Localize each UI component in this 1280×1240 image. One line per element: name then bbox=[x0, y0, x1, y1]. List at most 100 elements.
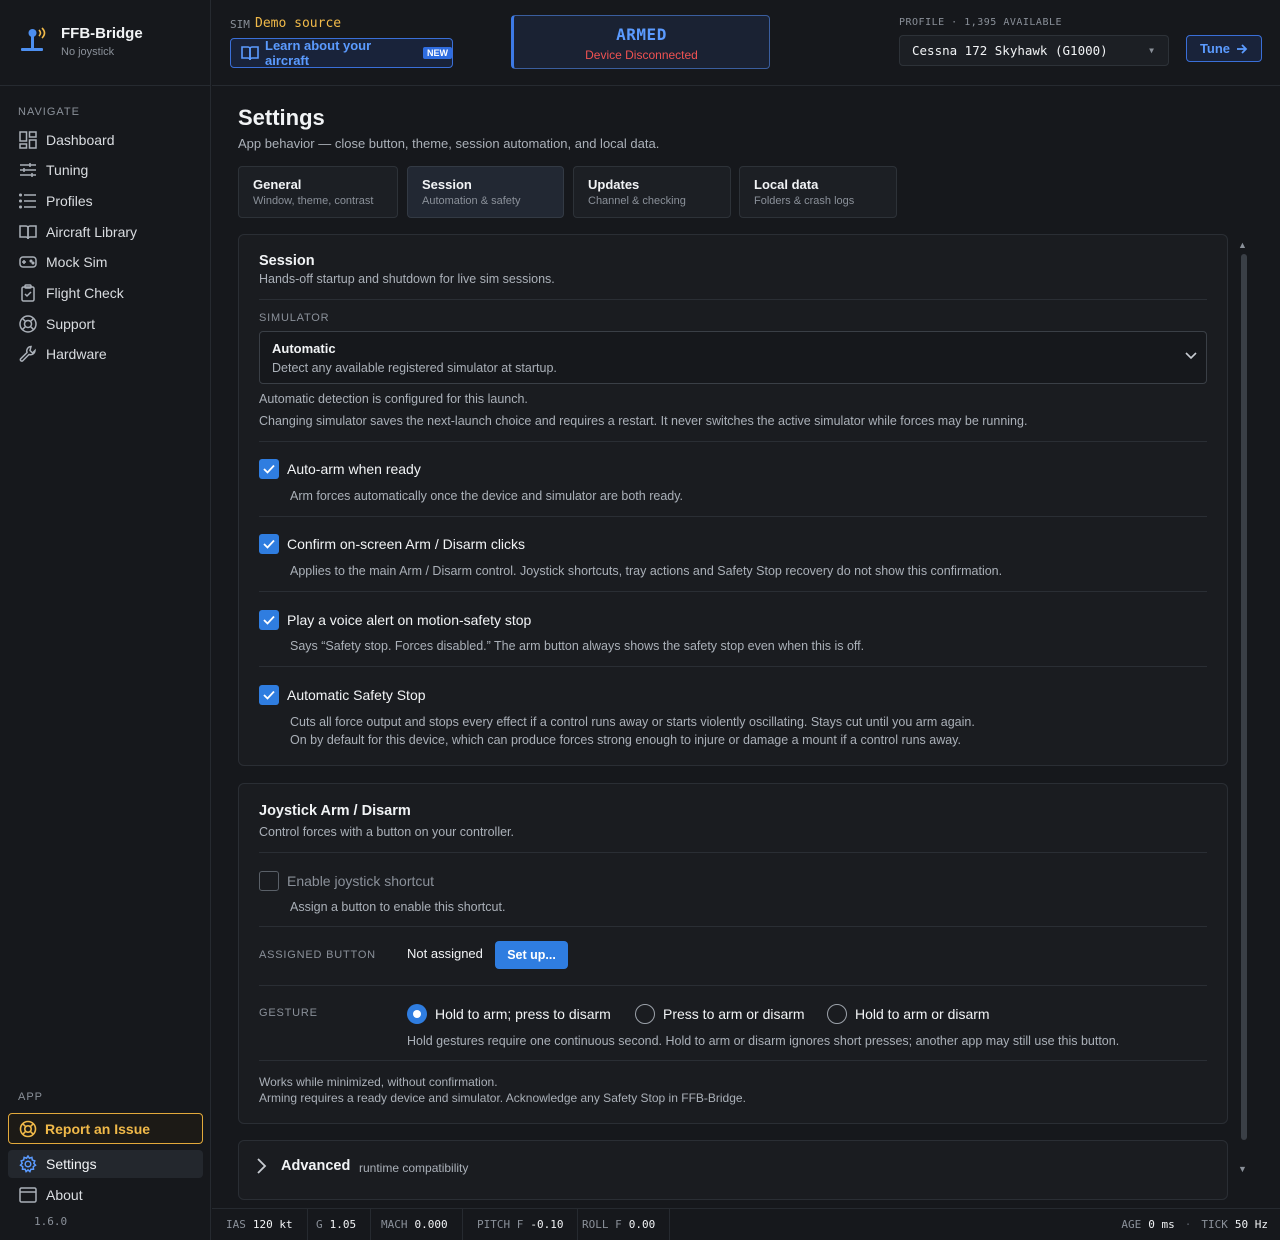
ias-readout: IAS 120 kt bbox=[212, 1209, 308, 1240]
book-icon bbox=[241, 45, 259, 61]
sidebar-item-profiles[interactable]: Profiles bbox=[8, 187, 203, 215]
divider bbox=[259, 1060, 1207, 1061]
mach-key: MACH bbox=[381, 1218, 408, 1231]
tab-subtitle: Channel & checking bbox=[588, 195, 686, 207]
checkbox-unchecked-icon[interactable] bbox=[259, 871, 279, 891]
checkbox-checked-icon[interactable] bbox=[259, 534, 279, 554]
sim-label: SIM bbox=[230, 18, 250, 31]
nav-heading: NAVIGATE bbox=[18, 106, 80, 118]
checkbox-label: Play a voice alert on motion-safety stop bbox=[287, 612, 532, 628]
sidebar-item-label: Tuning bbox=[46, 162, 89, 178]
advanced-section[interactable]: Advanced runtime compatibility bbox=[238, 1140, 1228, 1200]
profile-label: PROFILE · 1,395 AVAILABLE bbox=[899, 17, 1063, 28]
session-subtitle: Hands-off startup and shutdown for live … bbox=[259, 272, 555, 286]
radio-unselected-icon[interactable] bbox=[827, 1004, 847, 1024]
ias-key: IAS bbox=[226, 1218, 246, 1231]
sidebar-item-about[interactable]: About bbox=[8, 1181, 203, 1209]
joystick-logo-icon bbox=[18, 26, 48, 54]
voice-alert-checkbox[interactable]: Play a voice alert on motion-safety stop bbox=[259, 610, 531, 630]
clipboard-check-icon bbox=[18, 283, 38, 303]
sidebar-item-flight-check[interactable]: Flight Check bbox=[8, 279, 203, 307]
learn-aircraft-button[interactable]: Learn about your aircraft NEW bbox=[230, 38, 453, 68]
tab-session[interactable]: Session Automation & safety bbox=[407, 166, 564, 218]
sidebar-item-label: Aircraft Library bbox=[46, 224, 138, 240]
checkbox-label: Confirm on-screen Arm / Disarm clicks bbox=[287, 536, 526, 552]
checkbox-description: Cuts all force output and stops every ef… bbox=[290, 715, 975, 729]
scroll-down-icon[interactable]: ▼ bbox=[1238, 1164, 1247, 1174]
simulator-select[interactable]: Automatic Detect any available registere… bbox=[259, 331, 1207, 384]
sidebar-item-aircraft-library[interactable]: Aircraft Library bbox=[8, 218, 203, 246]
report-issue-label: Report an Issue bbox=[45, 1120, 151, 1137]
sidebar-item-hardware[interactable]: Hardware bbox=[8, 340, 203, 368]
checkbox-label: Automatic Safety Stop bbox=[287, 687, 426, 703]
tab-local-data[interactable]: Local data Folders & crash logs bbox=[739, 166, 897, 218]
checkbox-description: Assign a button to enable this shortcut. bbox=[290, 900, 506, 914]
g-key: G bbox=[316, 1218, 323, 1231]
advanced-title: Advanced bbox=[281, 1158, 351, 1174]
device-status: Device Disconnected bbox=[585, 48, 698, 62]
divider bbox=[259, 516, 1207, 517]
sidebar-item-label: Mock Sim bbox=[46, 254, 108, 270]
tune-button[interactable]: Tune bbox=[1186, 35, 1262, 62]
gesture-press-radio[interactable]: Press to arm or disarm bbox=[635, 1004, 805, 1024]
setup-button[interactable]: Set up... bbox=[495, 941, 568, 969]
page-title: Settings bbox=[238, 105, 325, 130]
chevron-right-icon[interactable] bbox=[254, 1157, 268, 1175]
separator-dot: · bbox=[1184, 1218, 1192, 1231]
sim-source-value: Demo source bbox=[255, 16, 342, 31]
roll-key: ROLL F bbox=[582, 1218, 622, 1231]
tab-title: Updates bbox=[588, 177, 640, 192]
tab-subtitle: Folders & crash logs bbox=[754, 195, 855, 207]
sidebar-item-support[interactable]: Support bbox=[8, 310, 203, 338]
sidebar-item-dashboard[interactable]: Dashboard bbox=[8, 126, 203, 154]
tab-updates[interactable]: Updates Channel & checking bbox=[573, 166, 731, 218]
checkbox-checked-icon[interactable] bbox=[259, 610, 279, 630]
gamepad-icon bbox=[18, 252, 38, 272]
safety-stop-checkbox[interactable]: Automatic Safety Stop bbox=[259, 685, 426, 705]
mach-value: 0.000 bbox=[414, 1218, 448, 1231]
topbar: SIM Demo source Learn about your aircraf… bbox=[212, 0, 1280, 86]
sidebar-item-label: Profiles bbox=[46, 193, 93, 209]
page-subtitle: App behavior — close button, theme, sess… bbox=[238, 136, 660, 151]
report-issue-button[interactable]: Report an Issue bbox=[8, 1113, 203, 1144]
age-value: 0 ms bbox=[1148, 1218, 1175, 1231]
gesture-label: GESTURE bbox=[259, 1007, 318, 1019]
list-icon bbox=[18, 191, 38, 211]
radio-selected-icon[interactable] bbox=[407, 1004, 427, 1024]
checkbox-checked-icon[interactable] bbox=[259, 459, 279, 479]
sidebar-item-mock-sim[interactable]: Mock Sim bbox=[8, 248, 203, 276]
scroll-up-icon[interactable]: ▲ bbox=[1238, 240, 1247, 250]
confirm-arm-checkbox[interactable]: Confirm on-screen Arm / Disarm clicks bbox=[259, 534, 525, 554]
window-icon bbox=[18, 1185, 38, 1205]
tab-general[interactable]: General Window, theme, contrast bbox=[238, 166, 398, 218]
checkbox-label: Enable joystick shortcut bbox=[287, 873, 435, 889]
arm-status-button[interactable]: ARMED Device Disconnected bbox=[511, 15, 770, 69]
app-version: 1.6.0 bbox=[34, 1215, 68, 1228]
gesture-hold-radio[interactable]: Hold to arm or disarm bbox=[827, 1004, 990, 1024]
joystick-footer-1: Works while minimized, without confirmat… bbox=[259, 1075, 498, 1089]
checkbox-checked-icon[interactable] bbox=[259, 685, 279, 705]
joystick-footer-2: Arming requires a ready device and simul… bbox=[259, 1091, 746, 1105]
assigned-button-label: ASSIGNED BUTTON bbox=[259, 949, 376, 961]
sidebar-item-settings[interactable]: Settings bbox=[8, 1150, 203, 1178]
profile-select[interactable]: Cessna 172 Skyhawk (G1000) ▼ bbox=[899, 35, 1169, 66]
sidebar-item-label: Hardware bbox=[46, 346, 107, 362]
session-title: Session bbox=[259, 253, 315, 269]
simulator-restart-note: Changing simulator saves the next-launch… bbox=[259, 414, 1028, 428]
session-card: Session Hands-off startup and shutdown f… bbox=[238, 234, 1228, 766]
radio-unselected-icon[interactable] bbox=[635, 1004, 655, 1024]
sidebar-item-tuning[interactable]: Tuning bbox=[8, 156, 203, 184]
auto-arm-checkbox[interactable]: Auto-arm when ready bbox=[259, 459, 421, 479]
lifebuoy-icon bbox=[18, 314, 38, 334]
timing-readout: AGE 0 ms · TICK 50 Hz bbox=[1121, 1209, 1268, 1240]
divider bbox=[259, 852, 1207, 853]
app-section-heading: APP bbox=[18, 1091, 44, 1103]
enable-joystick-checkbox[interactable]: Enable joystick shortcut bbox=[259, 871, 434, 891]
checkbox-description-2: On by default for this device, which can… bbox=[290, 733, 961, 747]
g-value: 1.05 bbox=[329, 1218, 357, 1231]
divider bbox=[259, 591, 1207, 592]
scrollbar-thumb[interactable] bbox=[1241, 254, 1247, 1140]
gesture-hold-press-radio[interactable]: Hold to arm; press to disarm bbox=[407, 1004, 611, 1024]
status-bar: IAS 120 kt G 1.05 MACH 0.000 PITCH F -0.… bbox=[212, 1208, 1280, 1240]
tab-subtitle: Window, theme, contrast bbox=[253, 195, 374, 207]
